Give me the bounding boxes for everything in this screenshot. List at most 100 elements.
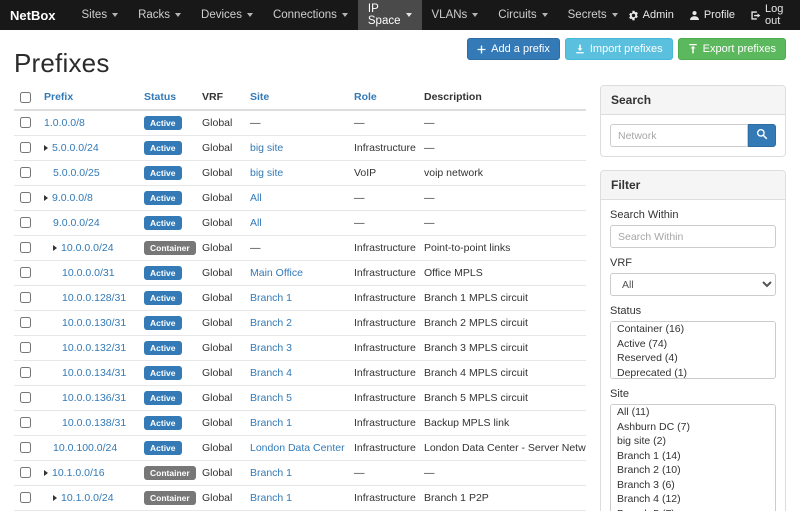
- row-checkbox[interactable]: [20, 117, 31, 128]
- nav-item-secrets[interactable]: Secrets: [558, 0, 628, 30]
- profile-menu-item[interactable]: Profile: [689, 9, 735, 21]
- listbox-option[interactable]: Branch 4 (12): [611, 492, 775, 507]
- column-header-label[interactable]: Prefix: [44, 91, 73, 103]
- search-within-input[interactable]: [610, 225, 776, 248]
- plus-icon: [477, 45, 486, 54]
- nav-item-circuits[interactable]: Circuits: [488, 0, 557, 30]
- nav-item-sites[interactable]: Sites: [72, 0, 129, 30]
- status-badge: Active: [144, 366, 182, 380]
- expand-icon[interactable]: [44, 145, 48, 151]
- listbox-option[interactable]: All (11): [611, 405, 775, 420]
- prefix-link[interactable]: 10.0.0.0/31: [62, 267, 115, 279]
- prefix-link[interactable]: 10.0.0.138/31: [62, 417, 126, 429]
- site-link[interactable]: Branch 1: [250, 467, 292, 479]
- vrf-select[interactable]: All: [610, 273, 776, 296]
- column-header-prefix[interactable]: Prefix: [38, 85, 138, 110]
- site-link[interactable]: All: [250, 192, 262, 204]
- site-link[interactable]: Branch 5: [250, 392, 292, 404]
- listbox-option[interactable]: Branch 3 (6): [611, 478, 775, 493]
- listbox-option[interactable]: Reserved (4): [611, 351, 775, 366]
- site-link[interactable]: Branch 1: [250, 292, 292, 304]
- site-link[interactable]: Branch 1: [250, 417, 292, 429]
- nav-item-racks[interactable]: Racks: [128, 0, 191, 30]
- column-header-description: Description: [418, 85, 586, 110]
- site-link[interactable]: London Data Center: [250, 442, 345, 454]
- site-link[interactable]: big site: [250, 142, 283, 154]
- site-listbox[interactable]: All (11)Ashburn DC (7)big site (2)Branch…: [610, 404, 776, 511]
- app-brand[interactable]: NetBox: [10, 0, 56, 30]
- row-checkbox[interactable]: [20, 267, 31, 278]
- prefix-link[interactable]: 5.0.0.0/25: [53, 167, 100, 179]
- nav-item-vlans[interactable]: VLANs: [422, 0, 489, 30]
- export-prefixes-button[interactable]: Export prefixes: [678, 38, 786, 60]
- listbox-option[interactable]: Deprecated (1): [611, 366, 775, 380]
- column-header-label: Description: [424, 91, 482, 103]
- listbox-option[interactable]: Branch 1 (14): [611, 449, 775, 464]
- prefix-link[interactable]: 10.1.0.0/24: [61, 492, 114, 504]
- listbox-option[interactable]: Active (74): [611, 337, 775, 352]
- listbox-option[interactable]: big site (2): [611, 434, 775, 449]
- nav-item-connections[interactable]: Connections: [263, 0, 358, 30]
- select-all-checkbox[interactable]: [20, 92, 31, 103]
- row-checkbox[interactable]: [20, 342, 31, 353]
- row-checkbox[interactable]: [20, 217, 31, 228]
- row-checkbox[interactable]: [20, 492, 31, 503]
- prefix-link[interactable]: 10.0.0.0/24: [61, 242, 114, 254]
- column-header-label[interactable]: Status: [144, 91, 176, 103]
- prefix-link[interactable]: 10.0.0.136/31: [62, 392, 126, 404]
- row-checkbox[interactable]: [20, 392, 31, 403]
- prefix-link[interactable]: 10.0.0.132/31: [62, 342, 126, 354]
- site-link[interactable]: Branch 3: [250, 342, 292, 354]
- prefix-link[interactable]: 10.1.0.0/16: [52, 467, 105, 479]
- site-link[interactable]: Main Office: [250, 267, 303, 279]
- nav-item-ip-space[interactable]: IP Space: [358, 0, 422, 30]
- search-input[interactable]: [610, 124, 748, 147]
- expand-icon[interactable]: [44, 195, 48, 201]
- row-checkbox[interactable]: [20, 167, 31, 178]
- description-value: London Data Center - Server Network: [424, 442, 586, 454]
- row-checkbox[interactable]: [20, 142, 31, 153]
- listbox-option[interactable]: Container (16): [611, 322, 775, 337]
- add-prefix-button[interactable]: Add a prefix: [467, 38, 560, 60]
- prefix-link[interactable]: 10.0.0.128/31: [62, 292, 126, 304]
- expand-icon[interactable]: [53, 245, 57, 251]
- row-checkbox[interactable]: [20, 292, 31, 303]
- status-listbox[interactable]: Container (16)Active (74)Reserved (4)Dep…: [610, 321, 776, 379]
- row-checkbox[interactable]: [20, 242, 31, 253]
- site-link[interactable]: Branch 2: [250, 317, 292, 329]
- search-button[interactable]: [748, 124, 776, 147]
- nav-item-devices[interactable]: Devices: [191, 0, 263, 30]
- row-checkbox[interactable]: [20, 467, 31, 478]
- listbox-option[interactable]: Branch 2 (10): [611, 463, 775, 478]
- import-prefixes-button[interactable]: Import prefixes: [565, 38, 673, 60]
- column-header-status[interactable]: Status: [138, 85, 196, 110]
- prefix-link[interactable]: 1.0.0.0/8: [44, 117, 85, 129]
- row-checkbox[interactable]: [20, 417, 31, 428]
- site-link[interactable]: Branch 4: [250, 367, 292, 379]
- admin-menu-item[interactable]: Admin: [628, 9, 674, 21]
- prefix-link[interactable]: 9.0.0.0/24: [53, 217, 100, 229]
- prefix-link[interactable]: 10.0.0.130/31: [62, 317, 126, 329]
- expand-icon[interactable]: [53, 495, 57, 501]
- column-header-label[interactable]: Site: [250, 91, 269, 103]
- listbox-option[interactable]: Ashburn DC (7): [611, 420, 775, 435]
- column-header-role[interactable]: Role: [348, 85, 418, 110]
- add-prefix-label: Add a prefix: [491, 43, 550, 55]
- site-link[interactable]: big site: [250, 167, 283, 179]
- column-header-site[interactable]: Site: [244, 85, 348, 110]
- prefix-link[interactable]: 10.0.0.134/31: [62, 367, 126, 379]
- logout-menu-item[interactable]: Log out: [750, 3, 790, 27]
- row-checkbox[interactable]: [20, 367, 31, 378]
- prefix-link[interactable]: 9.0.0.0/8: [52, 192, 93, 204]
- prefix-link[interactable]: 5.0.0.0/24: [52, 142, 99, 154]
- listbox-option[interactable]: Branch 5 (7): [611, 507, 775, 511]
- row-checkbox[interactable]: [20, 192, 31, 203]
- prefix-link[interactable]: 10.0.100.0/24: [53, 442, 117, 454]
- expand-icon[interactable]: [44, 470, 48, 476]
- row-checkbox[interactable]: [20, 442, 31, 453]
- site-link[interactable]: Branch 1: [250, 492, 292, 504]
- row-checkbox[interactable]: [20, 317, 31, 328]
- site-link[interactable]: All: [250, 217, 262, 229]
- column-header-label[interactable]: Role: [354, 91, 377, 103]
- description-value: Branch 1 P2P: [424, 492, 489, 504]
